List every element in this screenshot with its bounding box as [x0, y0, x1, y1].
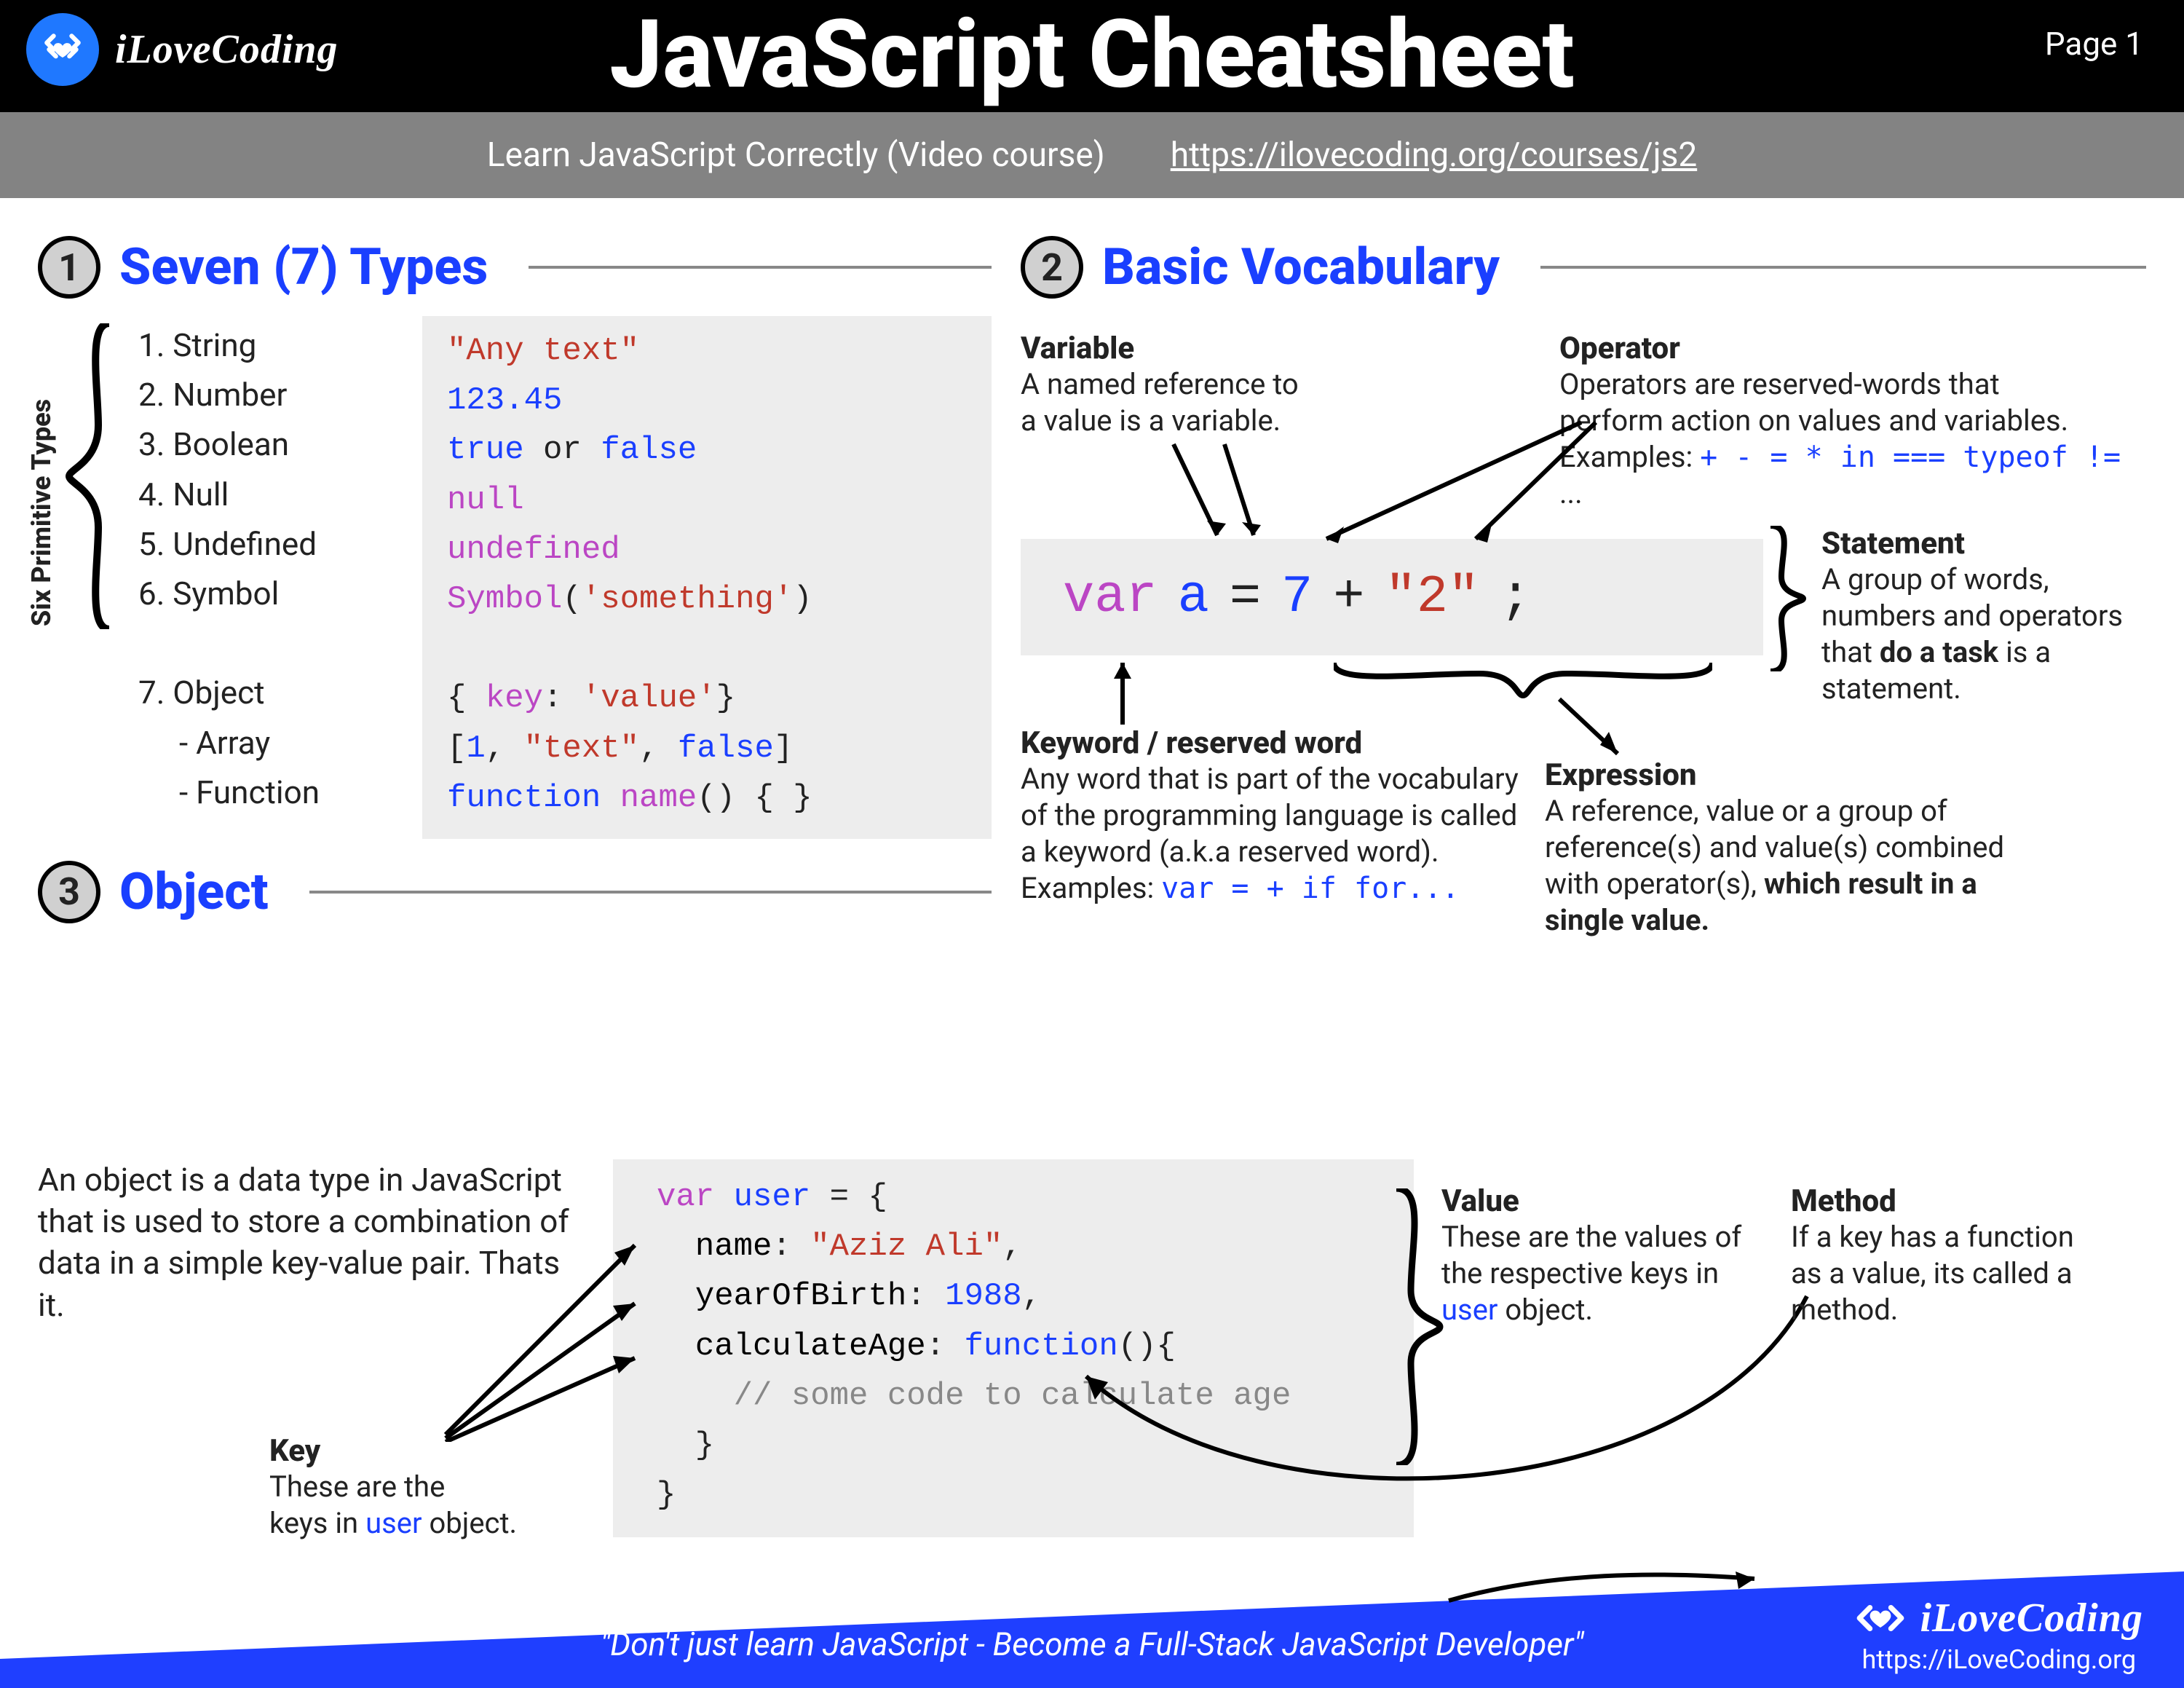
footer-logo-icon — [1854, 1592, 1907, 1644]
header: iLoveCoding JavaScript Cheatsheet Page 1 — [0, 0, 2184, 112]
key-arrows-icon — [431, 1187, 722, 1442]
brand-text: iLoveCoding — [115, 26, 339, 73]
sec2-num: 2 — [1021, 236, 1083, 299]
sec1-num: 1 — [38, 236, 100, 299]
sec2-title: Basic Vocabulary — [1102, 237, 1500, 297]
course-link[interactable]: https://ilovecoding.org/courses/js2 — [1171, 135, 1697, 175]
sec3-title: Object — [119, 862, 269, 922]
obj-side: Value These are the values of the respec… — [1441, 1183, 2097, 1328]
vocab-expression: Expression A reference, value or a group… — [1545, 757, 2054, 939]
footer-url[interactable]: https://iLoveCoding.org — [1861, 1644, 2136, 1675]
types-code: "Any text" 123.45 true or false null und… — [422, 316, 992, 839]
page-number: Page 1 — [2045, 25, 2143, 63]
arrows-icon — [1021, 320, 1821, 757]
logo-icon — [26, 13, 99, 86]
obj-value: Value These are the values of the respec… — [1441, 1183, 1747, 1328]
sec1-head: 1 Seven (7) Types — [38, 236, 992, 299]
brace-icon — [66, 323, 124, 629]
page-title: JavaScript Cheatsheet — [609, 0, 1575, 110]
footer: "Don't just learn JavaScript - Become a … — [0, 1550, 2184, 1688]
sec2-head: 2 Basic Vocabulary — [1021, 236, 2146, 299]
types-list: 1. String 2. Number 3. Boolean 4. Null 5… — [138, 316, 422, 839]
obj-method: Method If a key has a function as a valu… — [1791, 1183, 2097, 1328]
sec3-head: 3 Object — [38, 861, 992, 923]
sec3-num: 3 — [38, 861, 100, 923]
footer-logo: iLoveCoding — [1854, 1592, 2143, 1644]
primitive-label: Six Primitive Types — [26, 360, 57, 666]
course-text: Learn JavaScript Correctly (Video course… — [487, 135, 1105, 175]
subheader: Learn JavaScript Correctly (Video course… — [0, 112, 2184, 198]
vocab-statement: Statement A group of words, numbers and … — [1821, 526, 2134, 707]
obj-key: Key These are thekeys in user object. — [269, 1433, 633, 1542]
sec1-title: Seven (7) Types — [119, 237, 488, 297]
